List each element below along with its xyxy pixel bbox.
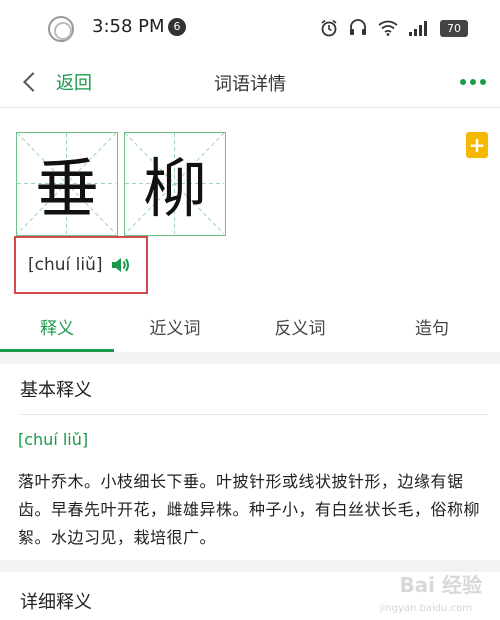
signal-icon (409, 21, 427, 36)
more-options-button[interactable] (460, 74, 486, 90)
character-glyph: 柳 (143, 153, 207, 227)
headset-icon (350, 19, 366, 35)
character-card: 柳 (124, 132, 226, 236)
status-time: 3:58 PM (92, 16, 165, 37)
battery-icon: 70 (440, 19, 468, 37)
section-title: 基本释义 (20, 380, 92, 401)
divider (20, 414, 488, 415)
status-bar: 3:58 PM 6 70 (0, 0, 500, 56)
basic-definition-card: 基本释义 [chuí liǔ] 落叶乔木。小枝细长下垂。叶披针形或线状披针形，边… (0, 364, 500, 560)
dot-icon (470, 79, 476, 85)
wifi-icon (378, 20, 398, 36)
character-glyph: 垂 (35, 153, 99, 227)
character-cards: 垂 柳 (16, 132, 226, 236)
definition-text: 落叶乔木。小枝细长下垂。叶披针形或线状披针形，边缘有锯齿。早春先叶开花，雌雄异株… (18, 472, 481, 547)
chevron-left-icon (23, 72, 43, 92)
pinyin-text: [chuí liǔ] (28, 255, 103, 275)
dot-icon (460, 79, 466, 85)
section-title: 详细释义 (20, 592, 92, 613)
tab-antonyms[interactable]: 反义词 (236, 300, 364, 352)
tab-definition[interactable]: 释义 (0, 300, 114, 352)
watermark: Bai 经验 (399, 573, 482, 597)
home-circle-icon (48, 16, 74, 42)
dot-icon (480, 79, 486, 85)
tab-bar: 释义 近义词 反义词 造句 (0, 300, 500, 352)
definition-pinyin: [chuí liǔ] (18, 430, 89, 449)
word-header: 垂 柳 + [chuí liǔ] 释义 近义词 反义词 造句 (0, 108, 500, 352)
speaker-icon[interactable] (111, 256, 131, 274)
back-button[interactable]: 返回 (18, 66, 92, 98)
pinyin-highlight: [chuí liǔ] (14, 236, 148, 294)
back-label: 返回 (56, 73, 92, 94)
alarm-icon (321, 19, 337, 37)
tab-example-sentences[interactable]: 造句 (364, 300, 500, 352)
detail-definition-card: 详细释义 Bai 经验 jingyan.baidu.com (0, 572, 500, 620)
watermark-url: jingyan.baidu.com (379, 603, 472, 614)
notification-badge: 6 (168, 18, 186, 36)
nav-bar: 词语详情 返回 (0, 56, 500, 108)
status-icons: 70 (320, 16, 468, 40)
add-to-notebook-button[interactable]: + (466, 132, 488, 158)
character-card: 垂 (16, 132, 118, 236)
tab-synonyms[interactable]: 近义词 (114, 300, 236, 352)
